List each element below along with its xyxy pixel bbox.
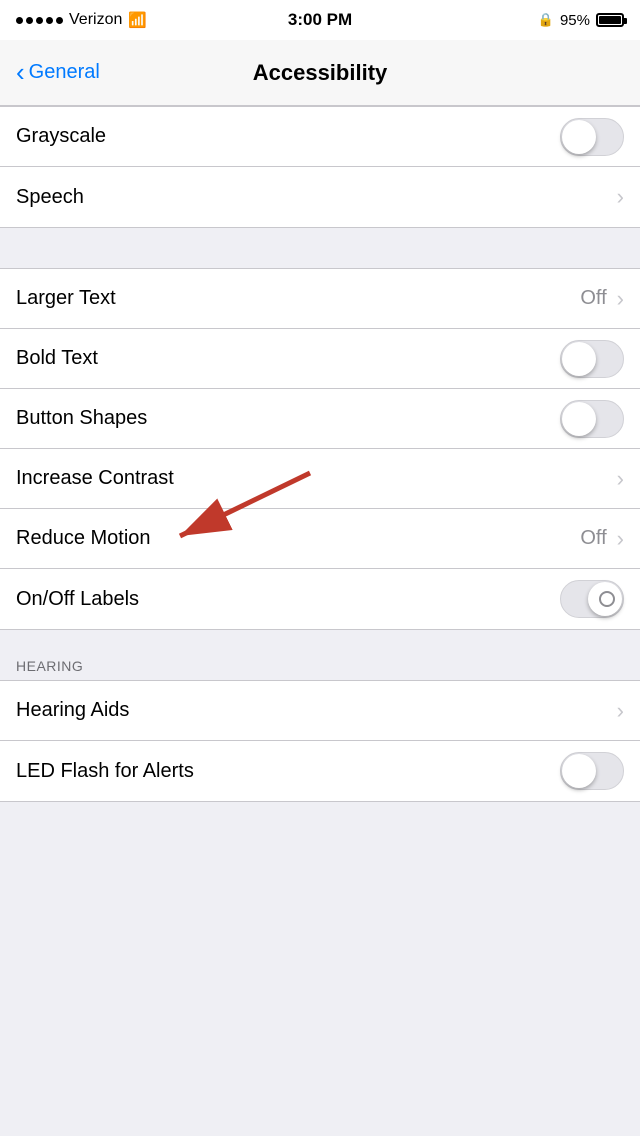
signal-dots [16, 17, 63, 24]
row-bold-text[interactable]: Bold Text [0, 329, 640, 389]
increase-contrast-chevron-icon: › [617, 468, 624, 490]
wifi-icon: 📶 [128, 11, 147, 29]
hearing-aids-chevron-icon: › [617, 700, 624, 722]
row-reduce-motion[interactable]: Reduce Motion Off › [0, 509, 640, 569]
row-hearing-aids[interactable]: Hearing Aids › [0, 681, 640, 741]
battery-icon [596, 13, 624, 27]
onoff-labels-right [560, 580, 624, 618]
led-flash-toggle[interactable] [560, 752, 624, 790]
status-bar: Verizon 📶 3:00 PM 🔒 95% [0, 0, 640, 40]
reduce-motion-label: Reduce Motion [16, 527, 151, 550]
row-increase-contrast[interactable]: Increase Contrast › [0, 449, 640, 509]
onoff-labels-label: On/Off Labels [16, 588, 139, 611]
row-button-shapes[interactable]: Button Shapes [0, 389, 640, 449]
button-shapes-label: Button Shapes [16, 407, 147, 430]
speech-label: Speech [16, 186, 84, 209]
speech-right: › [617, 186, 624, 208]
bold-text-toggle-thumb [562, 342, 596, 376]
led-flash-right [560, 752, 624, 790]
row-led-flash[interactable]: LED Flash for Alerts [0, 741, 640, 801]
bold-text-right [560, 340, 624, 378]
button-shapes-toggle[interactable] [560, 400, 624, 438]
battery-fill [599, 16, 621, 24]
status-bar-left: Verizon 📶 [16, 11, 147, 29]
row-larger-text[interactable]: Larger Text Off › [0, 269, 640, 329]
reduce-motion-right: Off › [580, 527, 624, 550]
hearing-aids-right: › [617, 700, 624, 722]
section-text: Larger Text Off › Bold Text Button Shape… [0, 268, 640, 630]
battery-percent: 95% [560, 12, 590, 29]
bold-text-toggle[interactable] [560, 340, 624, 378]
reduce-motion-chevron-icon: › [617, 528, 624, 550]
hearing-section-header: HEARING [0, 658, 99, 674]
spacer-1 [0, 228, 640, 268]
larger-text-right: Off › [580, 287, 624, 310]
grayscale-label: Grayscale [16, 125, 106, 148]
onoff-label-circle [599, 591, 615, 607]
back-label: General [29, 61, 100, 84]
increase-contrast-label: Increase Contrast [16, 467, 174, 490]
larger-text-label: Larger Text [16, 287, 116, 310]
row-onoff-labels[interactable]: On/Off Labels [0, 569, 640, 629]
led-flash-toggle-thumb [562, 754, 596, 788]
increase-contrast-right: › [617, 468, 624, 490]
button-shapes-right [560, 400, 624, 438]
grayscale-toggle-thumb [562, 120, 596, 154]
status-bar-right: 🔒 95% [538, 12, 624, 29]
speech-chevron-icon: › [617, 186, 624, 208]
back-chevron-icon: ‹ [16, 59, 25, 85]
row-speech[interactable]: Speech › [0, 167, 640, 227]
nav-bar: ‹ General Accessibility [0, 40, 640, 106]
carrier-label: Verizon [69, 11, 122, 29]
hearing-aids-label: Hearing Aids [16, 699, 129, 722]
grayscale-right [560, 118, 624, 156]
spacer-2: HEARING [0, 630, 640, 680]
section-vision: Grayscale Speech › [0, 106, 640, 228]
reduce-motion-value: Off [580, 527, 606, 550]
bold-text-label: Bold Text [16, 347, 98, 370]
larger-text-value: Off [580, 287, 606, 310]
larger-text-chevron-icon: › [617, 288, 624, 310]
led-flash-label: LED Flash for Alerts [16, 760, 194, 783]
section-hearing: Hearing Aids › LED Flash for Alerts [0, 680, 640, 802]
row-grayscale[interactable]: Grayscale [0, 107, 640, 167]
back-button[interactable]: ‹ General [16, 61, 100, 85]
button-shapes-toggle-thumb [562, 402, 596, 436]
grayscale-toggle[interactable] [560, 118, 624, 156]
onoff-labels-toggle[interactable] [560, 580, 624, 618]
lock-icon: 🔒 [538, 12, 554, 28]
page-title: Accessibility [253, 60, 388, 86]
status-bar-time: 3:00 PM [288, 10, 352, 30]
